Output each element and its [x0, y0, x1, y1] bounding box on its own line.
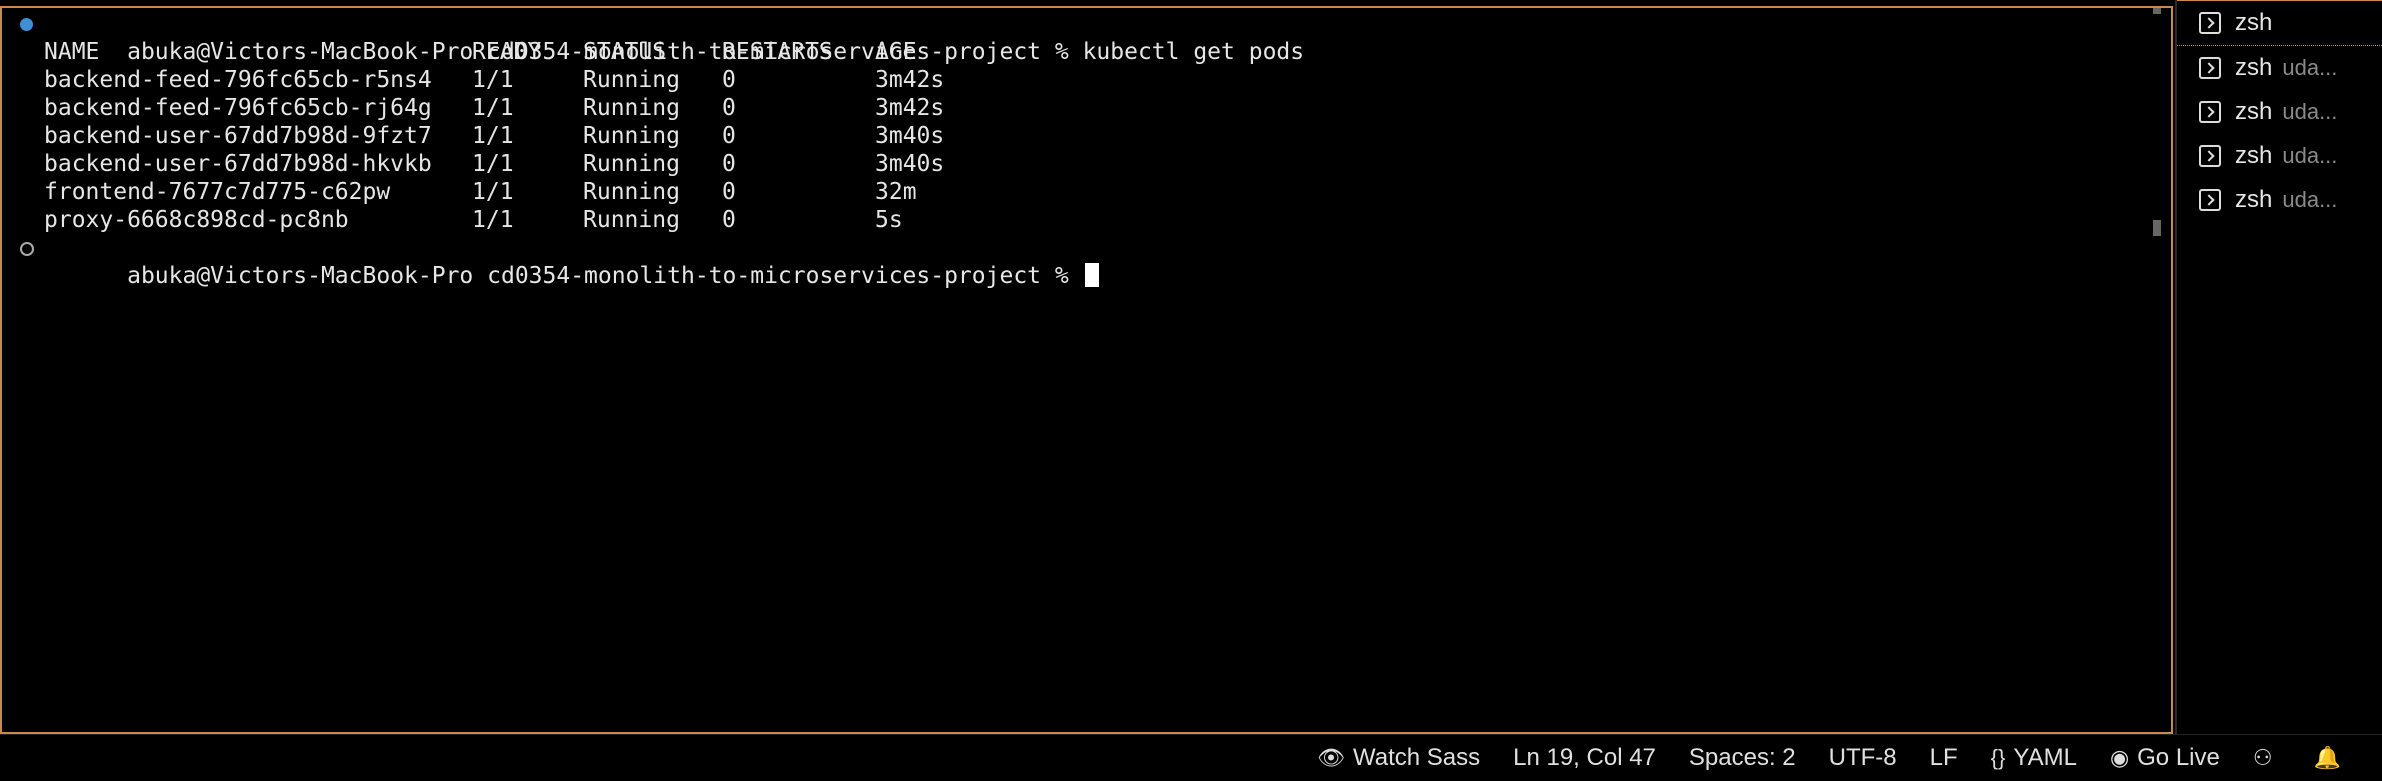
tab-description: uda...: [2282, 55, 2338, 80]
pod-ready: 1/1: [472, 123, 514, 149]
go-live-button[interactable]: ◉ Go Live: [2110, 744, 2220, 772]
pod-status: Running: [583, 207, 680, 233]
watch-sass-button[interactable]: 👁 Watch Sass: [1317, 744, 1480, 772]
pod-restarts: 0: [722, 179, 736, 205]
tab-label: zsh: [2235, 186, 2273, 213]
eol-label: LF: [1929, 744, 1958, 771]
tab-label: zsh: [2235, 142, 2273, 169]
terminal-icon: [2199, 189, 2221, 211]
command-line: abuka@Victors-MacBook-Pro cd0354-monolit…: [18, 10, 1304, 65]
prompt-line[interactable]: abuka@Victors-MacBook-Pro cd0354-monolit…: [18, 234, 1304, 289]
notifications-button[interactable]: 🔔: [2314, 745, 2349, 771]
terminal-icon: [2199, 101, 2221, 123]
pod-status: Running: [583, 179, 680, 205]
tab-label: zsh: [2235, 9, 2273, 36]
pod-ready: 1/1: [472, 67, 514, 93]
terminal-tab[interactable]: zsh uda...: [2177, 178, 2382, 222]
command-text: kubectl get pods: [1082, 39, 1305, 65]
bell-icon: 🔔: [2313, 745, 2341, 770]
pod-name: backend-feed-796fc65cb-r5ns4: [44, 67, 432, 93]
pod-age: 3m42s: [875, 95, 945, 121]
table-row: backend-feed-796fc65cb-r5ns4 1/1 Running…: [44, 66, 944, 94]
pod-restarts: 0: [722, 67, 736, 93]
pod-restarts: 0: [722, 151, 736, 177]
terminal-tab[interactable]: zsh uda...: [2177, 46, 2382, 90]
tab-label: zsh: [2235, 98, 2273, 125]
tab-description: uda...: [2282, 187, 2338, 212]
eye-icon: 👁: [1317, 745, 1345, 770]
table-row: backend-feed-796fc65cb-rj64g 1/1 Running…: [44, 94, 944, 122]
tab-label: zsh: [2235, 54, 2273, 81]
pod-status: Running: [583, 95, 680, 121]
table-row: frontend-7677c7d775-c62pw 1/1 Running 0 …: [44, 178, 944, 206]
prompt-text: abuka@Victors-MacBook-Pro cd0354-monolit…: [127, 39, 1069, 65]
table-row: backend-user-67dd7b98d-hkvkb 1/1 Running…: [44, 150, 944, 178]
pod-ready: 1/1: [472, 151, 514, 177]
pod-status: Running: [583, 151, 680, 177]
prompt-text: abuka@Victors-MacBook-Pro cd0354-monolit…: [127, 263, 1069, 289]
pod-status: Running: [583, 67, 680, 93]
terminal-tab[interactable]: zsh: [2177, 0, 2382, 46]
terminal-output: abuka@Victors-MacBook-Pro cd0354-monolit…: [18, 10, 1304, 289]
table-row: proxy-6668c898cd-pc8nb 1/1 Running 0 5s: [44, 206, 944, 234]
pods-table: NAME READY STATUS RESTARTS AGE backend-f…: [44, 38, 944, 234]
indentation-label: Spaces: 2: [1688, 744, 1796, 771]
status-bar: 👁 Watch Sass Ln 19, Col 47 Spaces: 2 UTF…: [0, 734, 2382, 781]
tab-description: uda...: [2282, 143, 2338, 168]
pod-restarts: 0: [722, 207, 736, 233]
text-cursor: [1084, 263, 1099, 287]
terminal-tabs-panel: zsh zsh uda... zsh uda... zsh uda... zsh…: [2175, 0, 2382, 734]
tab-description: uda...: [2282, 99, 2338, 124]
language-mode-button[interactable]: {} YAML: [1991, 744, 2077, 772]
command-status-dot-icon[interactable]: [20, 18, 33, 31]
go-live-label: Go Live: [2137, 744, 2220, 771]
terminal-icon: [2199, 12, 2221, 34]
encoding-label: UTF-8: [1828, 744, 1897, 771]
prompt-status-dot-icon[interactable]: [20, 242, 34, 256]
broadcast-icon: ◉: [2109, 745, 2130, 770]
indentation-button[interactable]: Spaces: 2: [1689, 744, 1796, 772]
pod-ready: 1/1: [472, 207, 514, 233]
pod-name: proxy-6668c898cd-pc8nb: [44, 207, 349, 233]
terminal-icon: [2199, 145, 2221, 167]
terminal-panel[interactable]: abuka@Victors-MacBook-Pro cd0354-monolit…: [0, 6, 2173, 734]
language-label: YAML: [2013, 744, 2077, 771]
table-row: backend-user-67dd7b98d-9fzt7 1/1 Running…: [44, 122, 944, 150]
pod-ready: 1/1: [472, 179, 514, 205]
braces-icon: {}: [1990, 745, 2006, 770]
terminal-tab[interactable]: zsh uda...: [2177, 134, 2382, 178]
scrollbar-top-marker[interactable]: [2153, 8, 2161, 14]
eol-button[interactable]: LF: [1930, 744, 1958, 772]
pod-name: frontend-7677c7d775-c62pw: [44, 179, 391, 205]
pod-ready: 1/1: [472, 95, 514, 121]
pod-age: 5s: [875, 207, 903, 233]
pod-name: backend-feed-796fc65cb-rj64g: [44, 95, 432, 121]
pod-restarts: 0: [722, 123, 736, 149]
terminal-icon: [2199, 57, 2221, 79]
person-feedback-icon: ⚇: [2252, 745, 2273, 770]
pod-age: 3m42s: [875, 67, 945, 93]
pod-age: 32m: [875, 179, 917, 205]
pod-restarts: 0: [722, 95, 736, 121]
pod-name: backend-user-67dd7b98d-9fzt7: [44, 123, 432, 149]
pod-age: 3m40s: [875, 123, 945, 149]
encoding-button[interactable]: UTF-8: [1829, 744, 1897, 772]
watch-sass-label: Watch Sass: [1352, 744, 1481, 771]
pod-name: backend-user-67dd7b98d-hkvkb: [44, 151, 432, 177]
scrollbar-thumb[interactable]: [2153, 220, 2161, 236]
pod-status: Running: [583, 123, 680, 149]
pod-age: 3m40s: [875, 151, 945, 177]
feedback-button[interactable]: ⚇: [2253, 745, 2281, 771]
cursor-position-label: Ln 19, Col 47: [1513, 744, 1656, 771]
terminal-tab[interactable]: zsh uda...: [2177, 90, 2382, 134]
cursor-position[interactable]: Ln 19, Col 47: [1513, 744, 1656, 772]
